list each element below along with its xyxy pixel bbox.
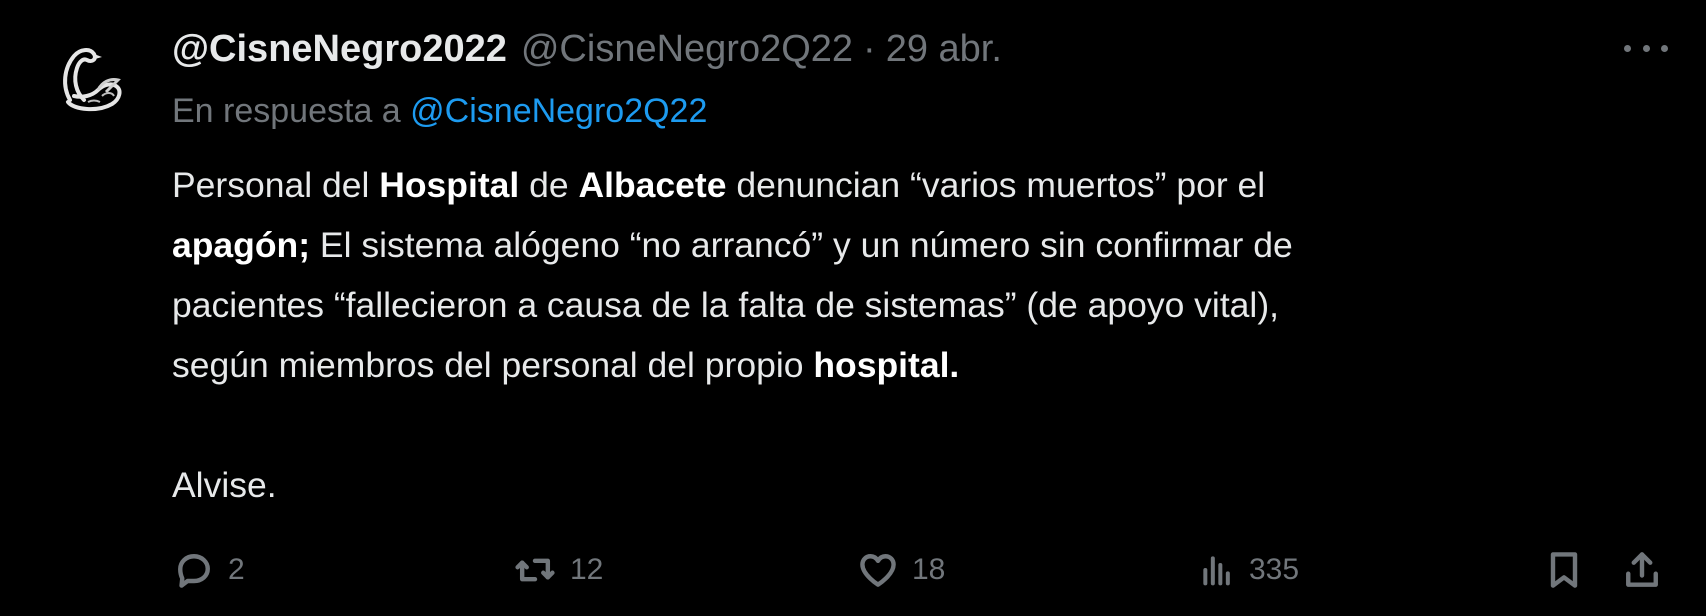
tweet-signature: Alvise. <box>172 465 277 505</box>
heart-icon <box>860 554 896 587</box>
reply-context: En respuesta a @CisneNegro2Q22 <box>172 92 707 131</box>
author-display-name[interactable]: @CisneNegro2022 <box>172 28 507 71</box>
tweet-text: Personal del Hospital de Albacete denunc… <box>172 155 1672 515</box>
tweet-text-line: Personal del Hospital de Albacete denunc… <box>172 165 1266 205</box>
share-icon <box>1626 552 1658 587</box>
reply-icon <box>178 554 210 588</box>
views-icon <box>1203 556 1230 586</box>
reply-prefix: En respuesta a <box>172 92 401 130</box>
tweet-text-line: apagón; El sistema alógeno “no arrancó” … <box>172 225 1293 265</box>
avatar[interactable] <box>40 30 138 128</box>
retweet-icon <box>515 558 555 582</box>
reply-target-link[interactable]: @CisneNegro2Q22 <box>410 92 707 130</box>
retweet-button[interactable]: 12 <box>512 540 603 600</box>
like-count: 18 <box>912 553 946 586</box>
tweet-text-line: según miembros del personal del propio h… <box>172 345 960 385</box>
retweet-count: 12 <box>570 553 604 586</box>
views-button[interactable]: 335 <box>1197 540 1299 600</box>
more-options-button[interactable] <box>1624 36 1668 60</box>
bookmark-icon <box>1550 552 1578 588</box>
tweet[interactable]: @CisneNegro2022 @CisneNegro2Q22 · 29 abr… <box>0 0 1706 616</box>
separator-dot: · <box>863 27 876 70</box>
share-button[interactable] <box>1620 540 1664 600</box>
reply-count: 2 <box>228 553 245 586</box>
black-swan-logo-icon <box>40 30 138 128</box>
tweet-header: @CisneNegro2022 @CisneNegro2Q22 · 29 abr… <box>172 24 1002 74</box>
bookmark-button[interactable] <box>1542 540 1586 600</box>
reply-button[interactable]: 2 <box>172 540 245 600</box>
like-button[interactable]: 18 <box>856 540 945 600</box>
tweet-text-line: pacientes “fallecieron a causa de la fal… <box>172 285 1280 325</box>
more-icon <box>1624 44 1631 52</box>
author-handle[interactable]: @CisneNegro2Q22 <box>521 28 853 71</box>
views-count: 335 <box>1249 553 1300 586</box>
tweet-date[interactable]: 29 abr. <box>886 28 1002 71</box>
tweet-actions: 2 12 18 335 <box>172 540 1672 600</box>
